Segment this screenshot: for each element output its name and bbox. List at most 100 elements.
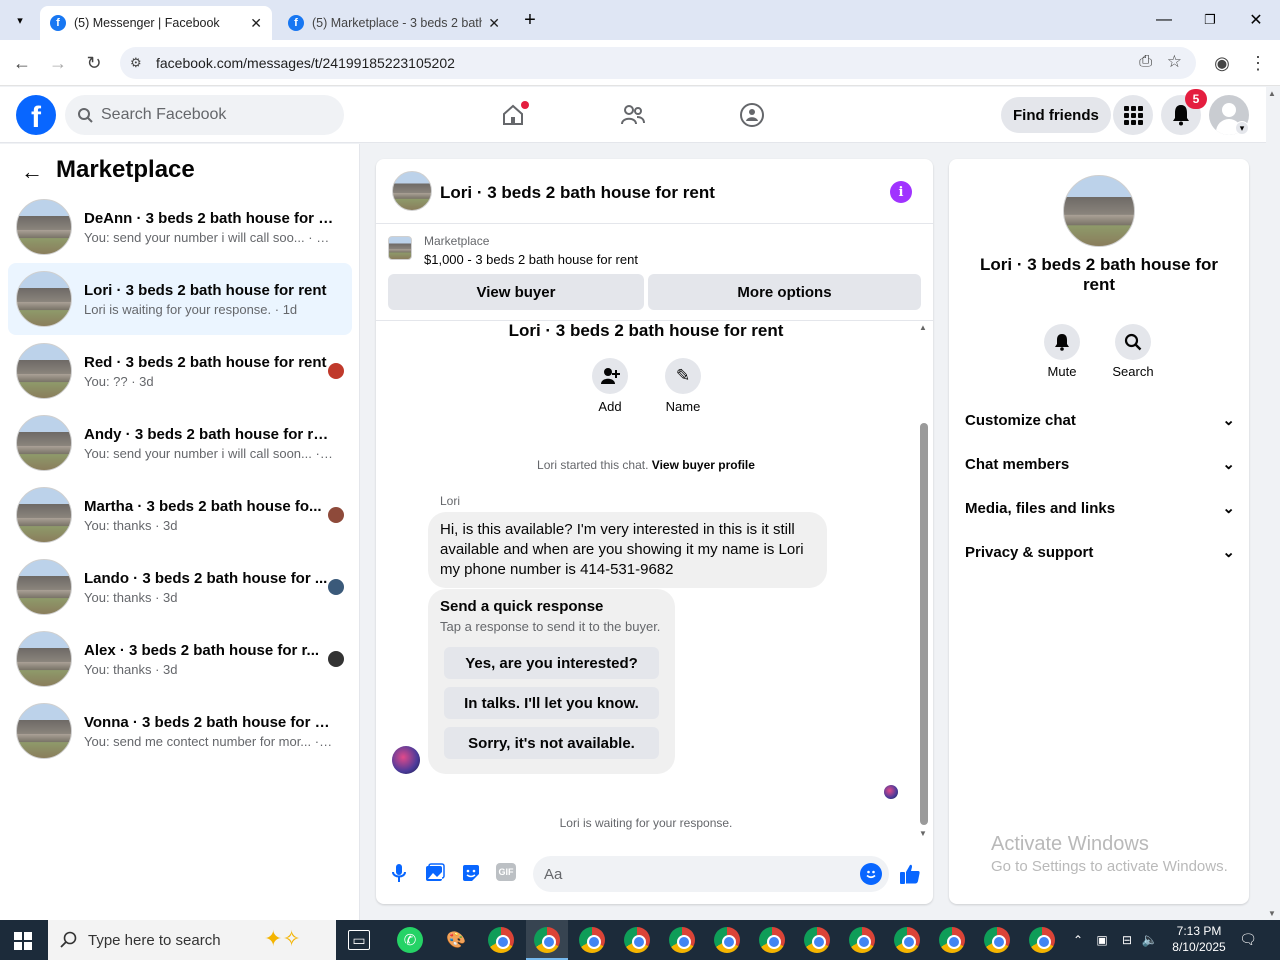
view-buyer-profile-link[interactable]: View buyer profile <box>652 458 755 472</box>
chat-title[interactable]: Lori · 3 beds 2 bath house for rent <box>440 183 715 203</box>
reload-icon[interactable]: ↻ <box>82 51 106 75</box>
facebook-logo[interactable]: f <box>16 95 56 135</box>
notification-badge: 5 <box>1185 89 1207 109</box>
volume-icon[interactable]: 🔈 <box>1141 930 1159 950</box>
groups-icon[interactable] <box>738 101 766 129</box>
search-highlight-icon: ✦✧ <box>264 926 301 951</box>
chevron-down-icon: ⌄ <box>1222 500 1235 517</box>
menu-kebab-icon[interactable]: ⋮ <box>1248 51 1268 75</box>
conversation-item[interactable]: Lando · 3 beds 2 bath house for ... You: … <box>8 551 352 623</box>
privacy-support-section[interactable]: Privacy & support ⌄ <box>965 530 1235 574</box>
back-icon[interactable]: ← <box>10 51 34 75</box>
thread-scrollbar[interactable]: ▲ ▼ <box>918 321 930 841</box>
find-friends-button[interactable]: Find friends <box>1001 97 1111 133</box>
home-notification-dot <box>521 101 529 109</box>
restore-icon[interactable]: ❐ <box>1198 8 1222 32</box>
chevron-down-icon: ⌄ <box>1222 456 1235 473</box>
message-input[interactable]: Aa <box>533 856 889 892</box>
chrome-profile-icon[interactable] <box>984 927 1010 953</box>
chrome-profile-icon[interactable] <box>579 927 605 953</box>
photo-icon[interactable] <box>424 862 446 884</box>
read-receipt-avatar <box>328 651 344 667</box>
conversation-item[interactable]: Andy · 3 beds 2 bath house for rent You: … <box>8 407 352 479</box>
conversation-item[interactable]: Vonna · 3 beds 2 bath house for rent You:… <box>8 695 352 767</box>
menu-grid-icon[interactable] <box>1113 95 1153 135</box>
sender-avatar[interactable] <box>392 746 420 774</box>
chrome-profile-icon[interactable] <box>849 927 875 953</box>
site-info-icon[interactable]: ⚙ <box>130 55 142 71</box>
quick-reply-button[interactable]: Yes, are you interested? <box>444 647 659 679</box>
chrome-profile-icon[interactable] <box>714 927 740 953</box>
windows-taskbar: Type here to search ✦✧ ▭ ✆ 🎨 ⌃ ▣ ⊟ 🔈 7:1… <box>0 920 1280 960</box>
quick-reply-button[interactable]: In talks. I'll let you know. <box>444 687 659 719</box>
thumbs-up-icon[interactable] <box>898 862 922 886</box>
tab-messenger[interactable]: f (5) Messenger | Facebook ✕ <box>40 6 272 40</box>
conversation-item[interactable]: Alex · 3 beds 2 bath house for r... You: … <box>8 623 352 695</box>
media-files-links-section[interactable]: Media, files and links ⌄ <box>965 486 1235 530</box>
conversation-item[interactable]: Red · 3 beds 2 bath house for rent You: ?… <box>8 335 352 407</box>
chrome-profile-icon[interactable] <box>939 927 965 953</box>
network-icon[interactable]: ⊟ <box>1118 930 1136 950</box>
back-arrow-icon[interactable]: ← <box>20 159 44 184</box>
whatsapp-icon[interactable]: ✆ <box>397 927 423 953</box>
gif-icon[interactable]: GIF <box>496 863 516 881</box>
page-scrollbar[interactable]: ▲ ▼ <box>1266 87 1280 920</box>
chat-details-panel: Lori · 3 beds 2 bath house for rent Mute… <box>949 159 1249 904</box>
chrome-profile-icon[interactable] <box>894 927 920 953</box>
scroll-thumb[interactable] <box>920 423 928 825</box>
forward-icon[interactable]: → <box>46 51 70 75</box>
tab-marketplace[interactable]: f (5) Marketplace - 3 beds 2 bath ✕ <box>278 6 510 40</box>
edit-name-icon[interactable]: ✎ <box>665 358 701 394</box>
minimize-icon[interactable]: — <box>1152 8 1176 32</box>
bookmark-star-icon[interactable]: ☆ <box>1167 52 1182 72</box>
quick-reply-button[interactable]: Sorry, it's not available. <box>444 727 659 759</box>
mute-bell-icon[interactable] <box>1044 324 1080 360</box>
emoji-icon[interactable] <box>860 863 882 885</box>
friends-icon[interactable] <box>619 101 647 129</box>
more-options-button[interactable]: More options <box>648 274 921 310</box>
chrome-icon[interactable] <box>488 927 514 953</box>
tray-device-icon[interactable]: ▣ <box>1094 930 1110 950</box>
close-window-icon[interactable]: ✕ <box>1244 8 1268 32</box>
install-app-icon[interactable]: ⎙ <box>1139 53 1152 71</box>
conversation-item[interactable]: Martha · 3 beds 2 bath house fo... You: t… <box>8 479 352 551</box>
url-field[interactable]: ⚙ facebook.com/messages/t/24199185223105… <box>120 47 1196 79</box>
chrome-profile-icon[interactable] <box>624 927 650 953</box>
view-buyer-button[interactable]: View buyer <box>388 274 644 310</box>
customize-chat-section[interactable]: Customize chat ⌄ <box>965 398 1235 442</box>
chrome-profile-icon[interactable] <box>669 927 695 953</box>
chat-members-section[interactable]: Chat members ⌄ <box>965 442 1235 486</box>
taskbar-search-input[interactable]: Type here to search ✦✧ <box>48 920 336 960</box>
profile-icon[interactable]: ◉ <box>1210 51 1234 75</box>
paint-app-icon[interactable]: 🎨 <box>443 929 469 951</box>
listing-thumbnail <box>388 236 412 260</box>
notification-center-icon[interactable]: 🗨 <box>1238 929 1258 949</box>
facebook-search-input[interactable]: Search Facebook <box>65 95 344 135</box>
incoming-message[interactable]: Hi, is this available? I'm very interest… <box>428 512 827 588</box>
info-icon[interactable]: i <box>890 181 912 203</box>
sticker-icon[interactable] <box>460 862 482 884</box>
windows-start-icon[interactable] <box>12 930 34 952</box>
taskbar-clock[interactable]: 7:13 PM 8/10/2025 <box>1164 923 1234 955</box>
chrome-profile-icon[interactable] <box>1029 927 1055 953</box>
mute-label: Mute <box>1047 364 1077 379</box>
conversation-item-selected[interactable]: Lori · 3 beds 2 bath house for rent Lori … <box>8 263 352 335</box>
task-view-icon[interactable]: ▭ <box>348 930 370 950</box>
chat-avatar[interactable] <box>392 171 432 211</box>
chrome-profile-icon[interactable] <box>804 927 830 953</box>
account-chevron-icon[interactable]: ▾ <box>1235 121 1249 135</box>
close-tab-icon[interactable]: ✕ <box>488 15 500 32</box>
close-tab-icon[interactable]: ✕ <box>250 15 262 32</box>
home-icon[interactable] <box>499 101 529 129</box>
search-icon[interactable] <box>1115 324 1151 360</box>
chrome-profile-icon[interactable] <box>759 927 785 953</box>
conversation-item[interactable]: DeAnn · 3 beds 2 bath house for r... You:… <box>8 191 352 263</box>
add-person-icon[interactable] <box>592 358 628 394</box>
chevron-down-icon: ⌄ <box>1222 412 1235 429</box>
tray-chevron-up-icon[interactable]: ⌃ <box>1070 930 1086 950</box>
tab-search-icon[interactable]: ▾ <box>8 8 32 32</box>
scroll-up-icon: ▲ <box>1268 89 1276 98</box>
new-tab-icon[interactable]: + <box>518 8 542 32</box>
chrome-profile-icon[interactable] <box>534 927 560 953</box>
microphone-icon[interactable] <box>388 862 410 884</box>
